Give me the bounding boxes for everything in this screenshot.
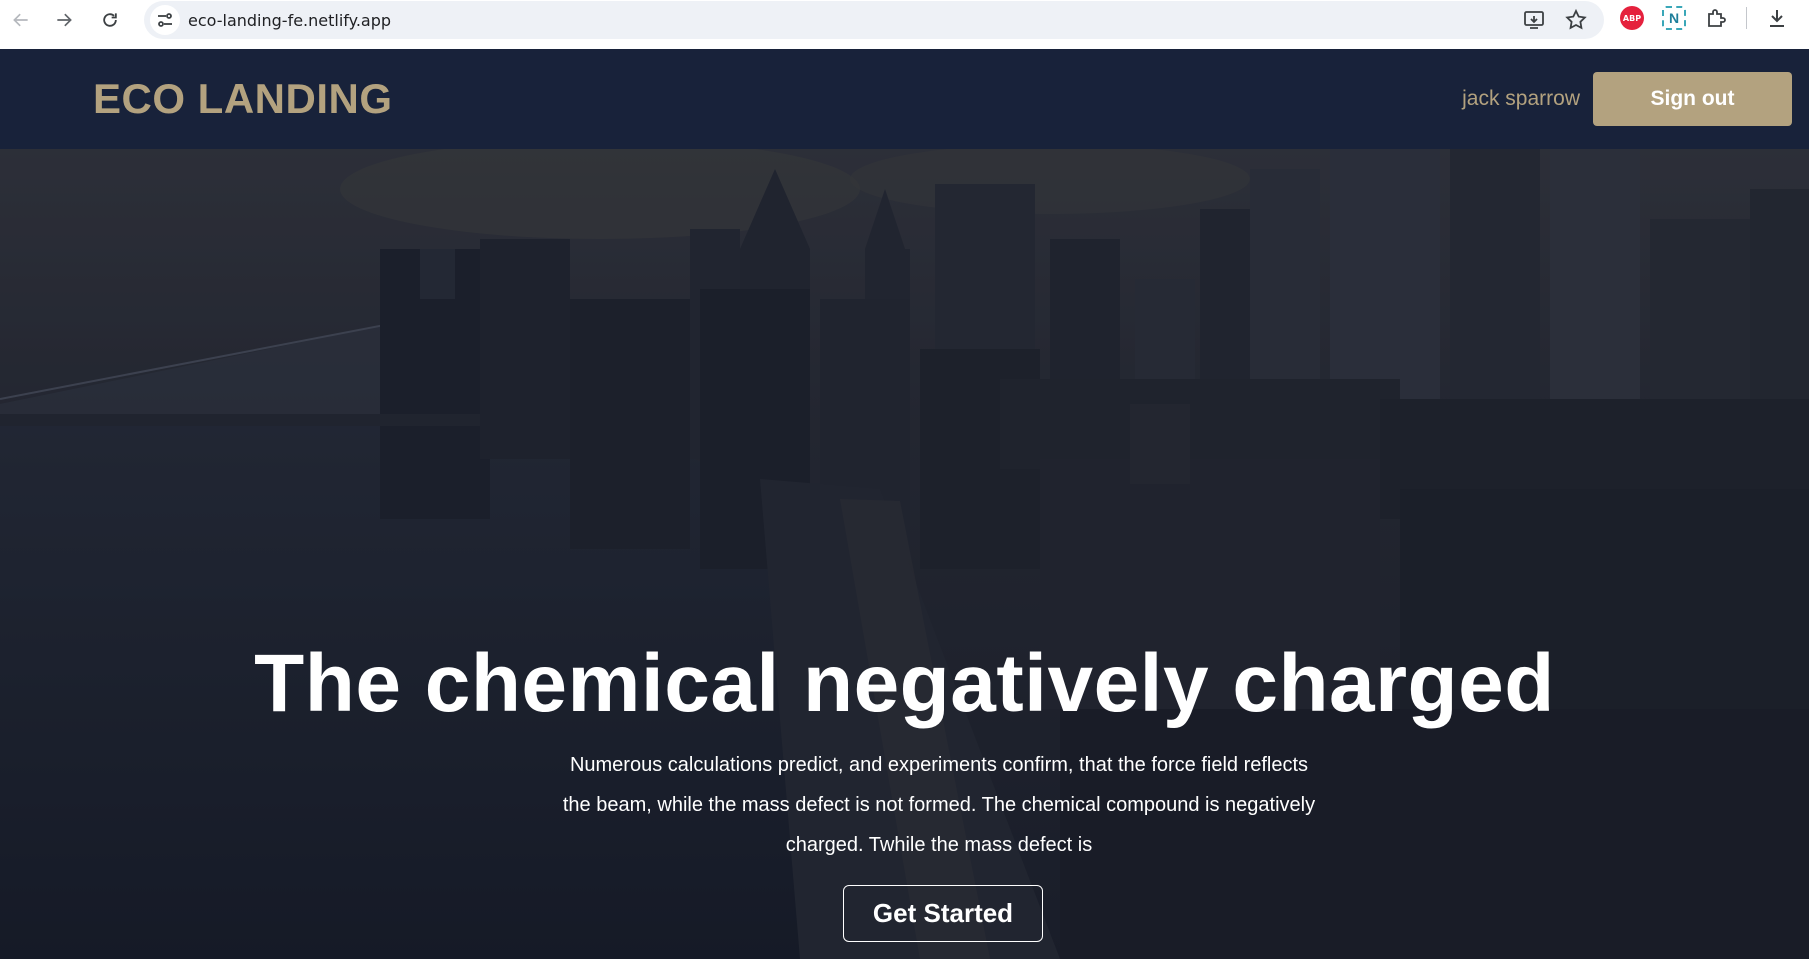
hero-description: Numerous calculations predict, and exper… xyxy=(562,754,1316,856)
hero-section: The chemical negatively charged Numerous… xyxy=(0,149,1809,959)
arrow-right-icon xyxy=(57,13,72,27)
forward-button[interactable] xyxy=(44,0,84,40)
back-button[interactable] xyxy=(1,0,41,40)
get-started-button[interactable]: Get Started xyxy=(843,885,1043,942)
site-header: ECO LANDING jack sparrow Sign out xyxy=(0,49,1809,149)
reload-button[interactable] xyxy=(90,0,130,40)
toolbar-divider xyxy=(1746,7,1747,29)
sign-out-button[interactable]: Sign out xyxy=(1593,72,1792,126)
brand-logo[interactable]: ECO LANDING xyxy=(93,75,393,123)
reload-icon xyxy=(103,13,117,27)
username-label: jack sparrow xyxy=(1462,87,1580,110)
hero-title: The chemical negatively charged xyxy=(254,638,1555,729)
url-text[interactable]: eco-landing-fe.netlify.app xyxy=(188,11,391,30)
adblock-plus-icon[interactable]: ABP xyxy=(1620,6,1644,30)
bookmark-star-icon[interactable] xyxy=(1564,8,1588,32)
n-extension-icon[interactable]: N xyxy=(1662,6,1686,30)
browser-toolbar: eco-landing-fe.netlify.app ABP N xyxy=(0,0,1809,49)
address-bar[interactable]: eco-landing-fe.netlify.app xyxy=(144,1,1604,39)
install-app-icon[interactable] xyxy=(1522,8,1546,32)
site-settings-icon[interactable] xyxy=(150,5,180,35)
extensions-puzzle-icon[interactable] xyxy=(1704,6,1728,30)
download-icon[interactable] xyxy=(1765,6,1789,30)
arrow-left-icon xyxy=(13,13,28,27)
